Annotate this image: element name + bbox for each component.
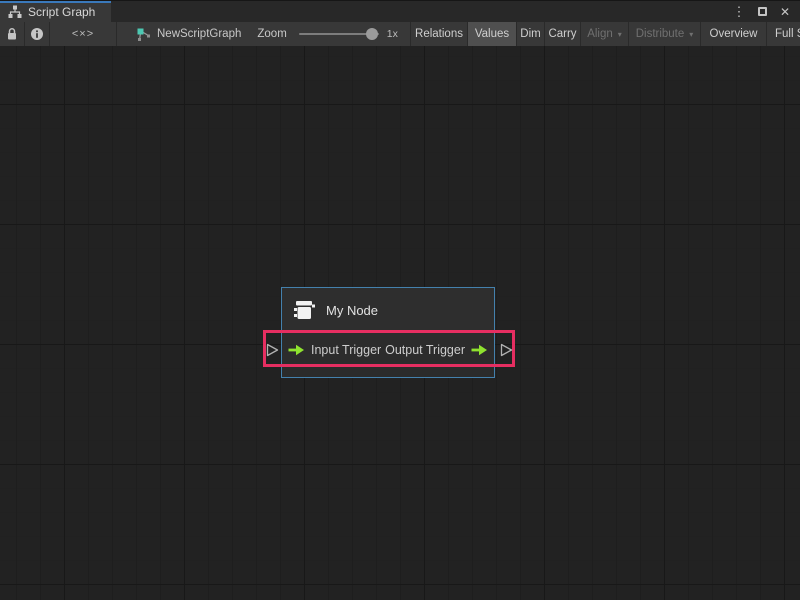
flow-out-arrow-icon [471, 344, 488, 356]
maximize-button[interactable] [754, 4, 770, 20]
lock-icon [6, 27, 18, 41]
input-trigger-port[interactable]: Input Trigger [288, 343, 381, 357]
button-label: Carry [548, 28, 576, 40]
graph-asset-reference[interactable]: NewScriptGraph [137, 22, 241, 46]
output-connection-triangle-icon[interactable] [499, 342, 514, 358]
toolbar-actions: Relations Values Dim Carry Align ▾ Distr… [410, 22, 800, 46]
hierarchy-icon [8, 5, 22, 19]
input-port-label: Input Trigger [311, 343, 381, 357]
output-trigger-port[interactable]: Output Trigger [385, 343, 488, 357]
button-label: Distribute [636, 28, 685, 40]
graph-asset-icon [137, 28, 150, 41]
code-view-button[interactable]: <×> [50, 22, 117, 46]
zoom-label: Zoom [257, 28, 286, 40]
close-icon: ✕ [780, 5, 790, 19]
node-header[interactable]: My Node [282, 288, 494, 332]
close-button[interactable]: ✕ [777, 4, 793, 20]
script-node[interactable]: My Node Input Trigger Output Trigger [281, 287, 495, 378]
input-connection-triangle-icon[interactable] [265, 342, 280, 358]
zoom-control: Zoom 1x [257, 22, 398, 46]
toolbar-button-align: Align ▾ [580, 22, 628, 46]
maximize-icon [758, 7, 767, 16]
toolbar-button-distribute: Distribute ▾ [628, 22, 700, 46]
info-button[interactable] [25, 22, 50, 46]
toolbar-button-values[interactable]: Values [467, 22, 516, 46]
button-label: Full Screen [775, 28, 800, 40]
button-label: Align [587, 28, 613, 40]
output-port-label: Output Trigger [385, 343, 465, 357]
node-port-row: Input Trigger Output Trigger [282, 332, 494, 366]
script-graph-window: Script Graph ⋮ ✕ [0, 0, 800, 600]
window-controls: ⋮ ✕ [731, 1, 800, 22]
zoom-slider-handle[interactable] [366, 28, 378, 40]
tab-title: Script Graph [28, 5, 95, 19]
button-label: Overview [710, 28, 758, 40]
button-label: Dim [520, 28, 540, 40]
toolbar-button-carry[interactable]: Carry [544, 22, 580, 46]
node-title: My Node [326, 303, 378, 318]
toolbar-button-dim[interactable]: Dim [516, 22, 544, 46]
unit-icon [291, 298, 317, 322]
button-label: Values [475, 28, 509, 40]
zoom-slider[interactable] [299, 33, 379, 35]
info-icon [30, 27, 44, 41]
toolbar-button-overview[interactable]: Overview [700, 22, 766, 46]
chevron-down-icon: ▾ [618, 30, 622, 39]
toolbar-button-full-screen[interactable]: Full Screen [766, 22, 800, 46]
button-label: Relations [415, 28, 463, 40]
toolbar-button-relations[interactable]: Relations [410, 22, 467, 46]
flow-in-arrow-icon [288, 344, 305, 356]
lock-button[interactable] [0, 22, 25, 46]
graph-canvas[interactable]: My Node Input Trigger Output Trigger [0, 46, 800, 600]
graph-toolbar: <×> NewScriptGraph Zoom 1x Relation [0, 22, 800, 46]
graph-name: NewScriptGraph [157, 28, 241, 40]
kebab-menu-icon: ⋮ [733, 4, 746, 20]
zoom-value: 1x [387, 28, 398, 40]
tab-script-graph[interactable]: Script Graph [0, 1, 111, 22]
window-menu-button[interactable]: ⋮ [731, 4, 747, 20]
chevron-down-icon: ▾ [689, 30, 693, 39]
tab-bar: Script Graph ⋮ ✕ [0, 0, 800, 22]
code-view-icon: <×> [72, 28, 94, 40]
